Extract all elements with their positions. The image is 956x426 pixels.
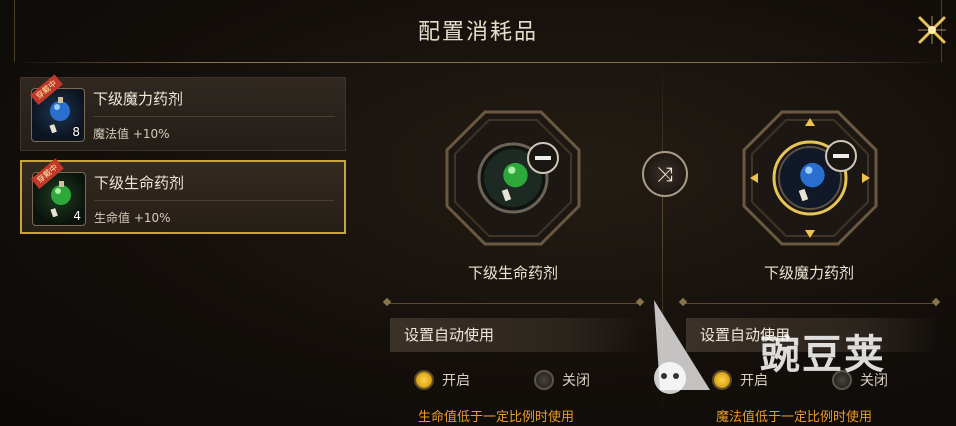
mana-potion-icon bbox=[798, 162, 825, 202]
item-name: 下级魔力药剂 bbox=[93, 90, 184, 108]
item-divider bbox=[94, 200, 334, 201]
auto-use-off-radio[interactable]: 关闭 bbox=[534, 370, 590, 390]
list-item[interactable]: 穿戴中 4 下级生命药剂 生命值 +10% bbox=[20, 158, 346, 234]
potion-icon bbox=[49, 97, 70, 133]
page-title: 配置消耗品 bbox=[417, 20, 538, 45]
consumable-slot-2[interactable] bbox=[742, 110, 878, 246]
potion-icon bbox=[50, 181, 71, 217]
list-item[interactable]: 穿戴中 8 下级魔力药剂 魔法值 +10% bbox=[20, 74, 346, 151]
slot-item-name: 下级生命药剂 bbox=[467, 264, 558, 282]
item-effect: 魔法值 +10% bbox=[93, 127, 170, 141]
item-effect: 生命值 +10% bbox=[94, 211, 171, 225]
auto-use-hint: 魔法值低于一定比例时使用 bbox=[716, 410, 873, 425]
item-name: 下级生命药剂 bbox=[94, 174, 185, 192]
mana-potion-icon: 穿戴中 8 bbox=[30, 74, 85, 142]
close-button[interactable] bbox=[912, 10, 952, 50]
radio-dot bbox=[414, 370, 434, 390]
radio-label: 开启 bbox=[442, 373, 470, 389]
divider-ornament bbox=[678, 297, 688, 307]
section-divider bbox=[684, 303, 936, 304]
slot-item-name: 下级魔力药剂 bbox=[763, 264, 854, 282]
auto-use-on-radio[interactable]: 开启 bbox=[414, 370, 470, 390]
swap-button[interactable]: ⤨ bbox=[642, 151, 688, 197]
auto-use-header: 设置自动使用 bbox=[390, 318, 644, 352]
radio-label: 关闭 bbox=[562, 373, 590, 389]
divider-ornament bbox=[635, 297, 645, 307]
item-quantity: 4 bbox=[73, 209, 81, 223]
item-quantity: 8 bbox=[72, 125, 80, 139]
radio-dot bbox=[534, 370, 554, 390]
health-potion-icon bbox=[501, 162, 528, 202]
remove-button[interactable] bbox=[825, 140, 857, 172]
auto-use-hint: 生命值低于一定比例时使用 bbox=[418, 410, 575, 425]
frame-top-line bbox=[14, 62, 946, 63]
health-potion-icon: 穿戴中 4 bbox=[31, 158, 86, 226]
close-icon bbox=[918, 16, 946, 44]
watermark-text: 豌豆荚 bbox=[760, 332, 886, 378]
radio-dot bbox=[712, 370, 732, 390]
section-divider bbox=[388, 303, 640, 304]
consumable-slot-1[interactable] bbox=[445, 110, 581, 246]
swap-icon: ⤨ bbox=[657, 162, 673, 186]
item-divider bbox=[93, 116, 335, 117]
divider-ornament bbox=[382, 297, 392, 307]
remove-button[interactable] bbox=[527, 142, 559, 174]
divider-ornament bbox=[931, 297, 941, 307]
center-divider bbox=[662, 62, 663, 422]
